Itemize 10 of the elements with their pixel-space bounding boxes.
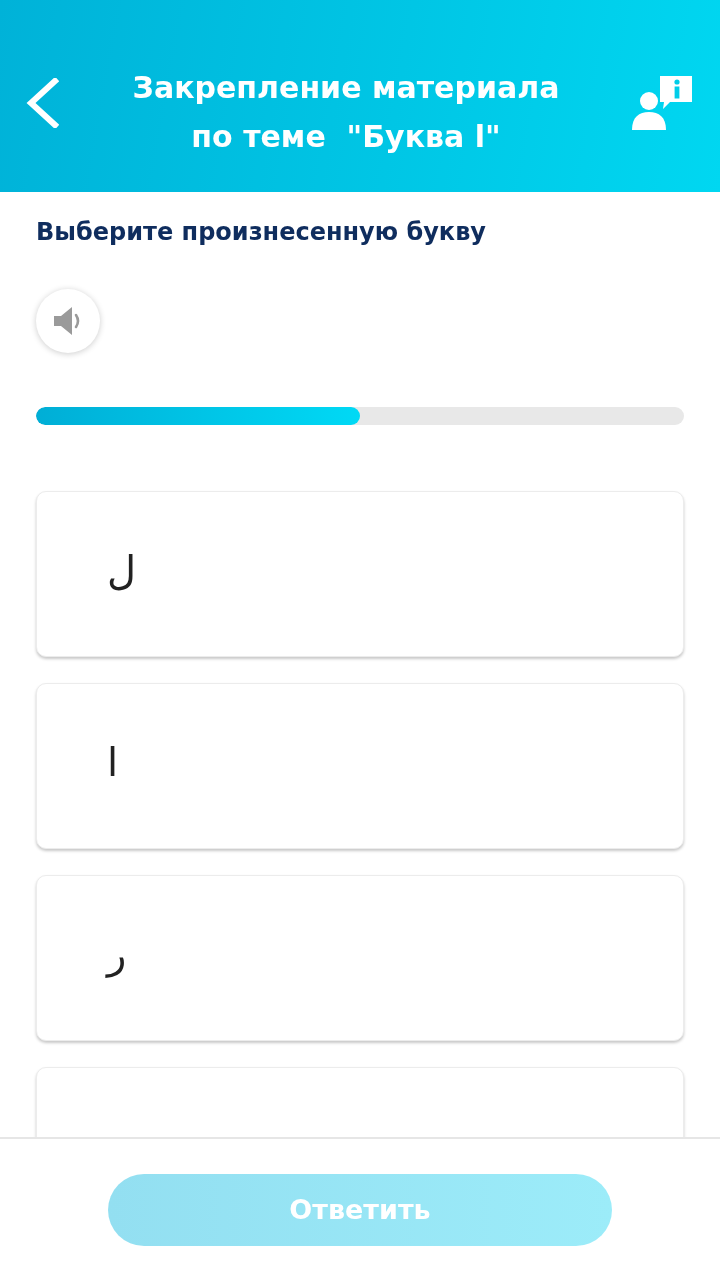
answer-option[interactable]: ل — [36, 491, 684, 657]
question-prompt: Выберите произнесенную букву — [36, 217, 486, 247]
back-button[interactable] — [24, 77, 60, 129]
support-button[interactable] — [632, 76, 692, 130]
back-icon — [25, 78, 59, 128]
play-sound-button[interactable] — [36, 289, 100, 353]
screen-title: Закрепление материала по теме "Буква ا" — [131, 69, 561, 156]
answer-option[interactable]: ر — [36, 875, 684, 1041]
answer-option[interactable]: ا — [36, 683, 684, 849]
support-icon — [632, 76, 692, 130]
